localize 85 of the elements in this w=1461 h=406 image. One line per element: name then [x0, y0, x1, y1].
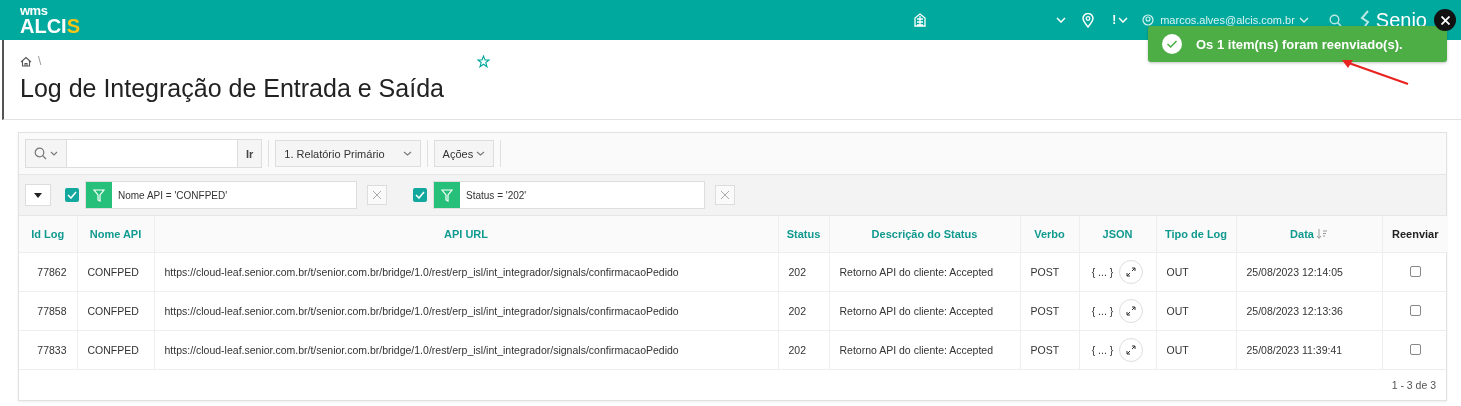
api-name: CONFPED — [87, 305, 139, 317]
actions-button[interactable]: Ações — [433, 140, 495, 167]
column-header[interactable]: Descrição do Status — [871, 228, 978, 240]
log-id: 77833 — [37, 344, 67, 356]
breadcrumb-separator: \ — [38, 54, 42, 68]
building-icon[interactable] — [914, 13, 927, 27]
go-button[interactable]: Ir — [237, 140, 262, 167]
alert-text[interactable]: ! — [1112, 13, 1117, 27]
status-code: 202 — [788, 266, 807, 278]
close-icon — [373, 191, 381, 199]
pagination-info: 1 - 3 de 3 — [1391, 379, 1436, 391]
remove-filter-button[interactable] — [715, 185, 735, 205]
api-url: https://cloud-leaf.senior.com.br/t/senior.com.br/bridge/1.0/rest/erp_isl/int_integrador/signals/confirmacaoPedido — [164, 266, 679, 278]
chevron-down-icon — [50, 151, 58, 156]
api-name: CONFPED — [87, 344, 139, 356]
user-icon[interactable] — [1142, 14, 1155, 26]
toast-message: Os 1 item(ns) foram reenviado(s). — [1196, 36, 1403, 52]
collapse-button[interactable] — [25, 184, 51, 206]
check-icon — [67, 191, 77, 199]
log-id: 77858 — [37, 305, 67, 317]
resend-checkbox[interactable] — [1409, 265, 1421, 277]
logo-text: wms — [20, 4, 49, 16]
http-verb: POST — [1030, 266, 1060, 278]
filter-chip[interactable]: Status = '202' — [433, 181, 705, 209]
home-icon[interactable] — [20, 55, 32, 67]
column-header[interactable]: Data — [1290, 228, 1314, 240]
chevron-down-icon[interactable] — [1298, 17, 1309, 23]
filter-text: Status = '202' — [466, 189, 527, 201]
expand-icon — [1126, 306, 1137, 316]
date-time: 25/08/2023 12:13:36 — [1246, 305, 1343, 317]
http-verb: POST — [1030, 344, 1060, 356]
status-code: 202 — [788, 344, 807, 356]
page-title: Log de Integração de Entrada e Saída — [20, 74, 444, 103]
filter-chip[interactable]: Nome API = 'CONFPED' — [85, 181, 357, 209]
column-header: Reenviar — [1392, 228, 1439, 240]
log-type: OUT — [1166, 344, 1189, 356]
checkbox[interactable] — [65, 188, 79, 202]
check-icon — [415, 191, 425, 199]
check-circle-icon — [1162, 34, 1182, 54]
checkbox[interactable] — [413, 188, 427, 202]
status-description: Retorno API do cliente: Accepted — [839, 305, 994, 317]
api-url: https://cloud-leaf.senior.com.br/t/senior.com.br/bridge/1.0/rest/erp_isl/int_integrador/signals/confirmacaoPedido — [164, 305, 679, 317]
close-icon — [1440, 15, 1450, 25]
json-preview: { ... } — [1091, 266, 1114, 278]
filter-icon — [441, 188, 453, 202]
chevron-down-icon — [476, 151, 486, 156]
expand-icon — [1126, 267, 1137, 277]
location-pin-icon[interactable] — [1082, 12, 1095, 28]
json-preview: { ... } — [1091, 305, 1114, 317]
column-header[interactable]: Id Log — [31, 228, 65, 240]
log-type: OUT — [1166, 305, 1189, 317]
status-code: 202 — [788, 305, 807, 317]
json-preview: { ... } — [1091, 344, 1114, 356]
log-id: 77862 — [37, 266, 67, 278]
api-url: https://cloud-leaf.senior.com.br/t/senior.com.br/bridge/1.0/rest/erp_isl/int_integrador/signals/confirmacaoPedido — [164, 344, 679, 356]
http-verb: POST — [1030, 305, 1060, 317]
remove-filter-button[interactable] — [367, 185, 387, 205]
report-select[interactable]: 1. Relatório Primário — [275, 140, 421, 167]
star-icon[interactable] — [477, 54, 490, 68]
expand-button[interactable] — [1119, 338, 1144, 362]
expand-icon — [1126, 345, 1137, 355]
date-time: 25/08/2023 12:14:05 — [1246, 266, 1343, 278]
column-header[interactable]: Verbo — [1034, 228, 1065, 240]
filter-text: Nome API = 'CONFPED' — [118, 189, 228, 201]
column-header[interactable]: API URL — [444, 228, 488, 240]
log-type: OUT — [1166, 266, 1189, 278]
close-icon — [721, 191, 729, 199]
date-time: 25/08/2023 11:39:41 — [1246, 344, 1343, 356]
chevron-down-icon — [402, 151, 412, 156]
api-name: CONFPED — [87, 266, 139, 278]
search-icon — [34, 147, 47, 160]
user-email[interactable]: marcos.alves@alcis.com.br — [1160, 14, 1295, 26]
expand-button[interactable] — [1119, 299, 1144, 323]
resend-checkbox[interactable] — [1409, 343, 1421, 355]
status-description: Retorno API do cliente: Accepted — [839, 344, 994, 356]
resend-checkbox[interactable] — [1409, 304, 1421, 316]
logo-text: ALCIS — [20, 15, 80, 36]
column-header[interactable]: JSON — [1102, 228, 1133, 240]
search-icon[interactable] — [1328, 13, 1342, 27]
status-description: Retorno API do cliente: Accepted — [839, 266, 994, 278]
filter-icon — [93, 188, 105, 202]
expand-button[interactable] — [1119, 260, 1144, 284]
search-menu-button[interactable] — [26, 140, 67, 167]
sort-descending-icon[interactable] — [1315, 228, 1328, 240]
triangle-down-icon — [34, 192, 42, 198]
